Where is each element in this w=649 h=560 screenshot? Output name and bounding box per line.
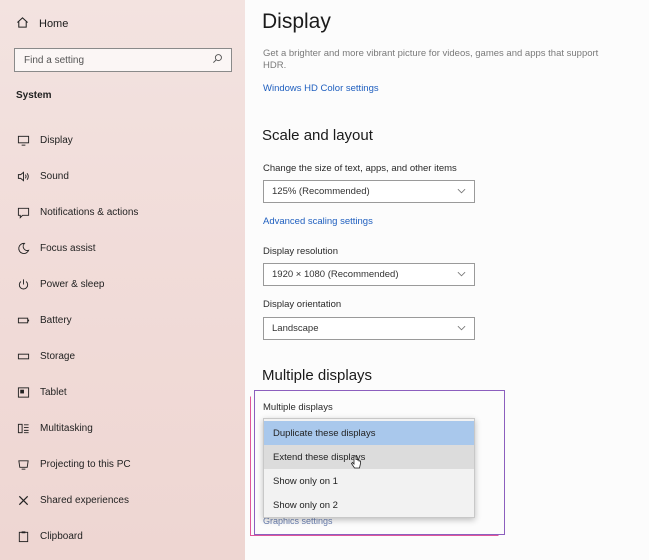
sidebar-item-focus-assist[interactable]: Focus assist: [16, 238, 96, 258]
scale-layout-heading: Scale and layout: [262, 127, 373, 144]
option-duplicate-displays[interactable]: Duplicate these displays: [264, 421, 474, 445]
home-label: Home: [39, 18, 69, 30]
hdr-color-settings-link[interactable]: Windows HD Color settings: [263, 83, 379, 94]
multitasking-icon: [16, 421, 30, 435]
shared-icon: [16, 493, 30, 507]
search-icon: [212, 53, 223, 67]
scale-value: 125% (Recommended): [272, 186, 370, 197]
resolution-value: 1920 × 1080 (Recommended): [272, 269, 399, 280]
display-settings-panel: Display Get a brighter and more vibrant …: [245, 0, 649, 560]
multiple-displays-dropdown-list[interactable]: Duplicate these displays Extend these di…: [263, 418, 475, 518]
home-nav-item[interactable]: Home: [16, 14, 68, 34]
storage-icon: [16, 349, 30, 363]
orientation-value: Landscape: [272, 323, 319, 334]
home-icon: [16, 16, 29, 32]
sidebar-item-label: Shared experiences: [40, 494, 129, 506]
sidebar-item-label: Multitasking: [40, 422, 93, 434]
orientation-dropdown[interactable]: Landscape: [263, 317, 475, 340]
speaker-icon: [16, 169, 30, 183]
battery-icon: [16, 313, 30, 327]
advanced-scaling-link[interactable]: Advanced scaling settings: [263, 216, 373, 227]
sidebar-item-power-sleep[interactable]: Power & sleep: [16, 274, 104, 294]
chevron-down-icon: [457, 323, 466, 334]
sidebar-item-notifications[interactable]: Notifications & actions: [16, 202, 138, 222]
sidebar-item-clipboard[interactable]: Clipboard: [16, 526, 83, 546]
multiple-displays-heading: Multiple displays: [262, 367, 373, 384]
sidebar-item-display[interactable]: Display: [16, 130, 73, 150]
sidebar-item-sound[interactable]: Sound: [16, 166, 69, 186]
moon-icon: [16, 241, 30, 255]
sidebar-item-label: Storage: [40, 350, 76, 362]
sidebar-item-tablet[interactable]: Tablet: [16, 382, 67, 402]
sidebar-item-label: Clipboard: [40, 530, 83, 542]
search-placeholder: Find a setting: [24, 54, 85, 66]
hdr-description: Get a brighter and more vibrant picture …: [263, 48, 599, 71]
tablet-icon: [16, 385, 30, 399]
page-title: Display: [262, 10, 331, 33]
sidebar-item-label: Battery: [40, 314, 72, 326]
resolution-label: Display resolution: [263, 246, 338, 257]
clipboard-icon: [16, 529, 30, 543]
sidebar-item-label: Sound: [40, 170, 69, 182]
sidebar-item-label: Notifications & actions: [40, 206, 139, 218]
sidebar-item-label: Display: [40, 134, 73, 146]
sidebar-item-label: Power & sleep: [40, 278, 105, 290]
pointer-cursor-icon: [350, 455, 361, 469]
notification-icon: [16, 205, 30, 219]
chevron-down-icon: [457, 186, 466, 197]
orientation-label: Display orientation: [263, 299, 342, 310]
option-extend-displays[interactable]: Extend these displays: [264, 445, 474, 469]
monitor-icon: [16, 133, 30, 147]
scale-label: Change the size of text, apps, and other…: [263, 163, 457, 174]
sidebar-item-label: Tablet: [40, 386, 67, 398]
power-icon: [16, 277, 30, 291]
sidebar-item-label: Focus assist: [40, 242, 96, 254]
sidebar-item-multitasking[interactable]: Multitasking: [16, 418, 93, 438]
sidebar-item-battery[interactable]: Battery: [16, 310, 72, 330]
option-show-only-2[interactable]: Show only on 2: [264, 493, 474, 517]
projecting-icon: [16, 457, 30, 471]
settings-sidebar: Home Find a setting System Display Sound…: [0, 0, 245, 560]
search-input[interactable]: Find a setting: [14, 48, 232, 72]
sidebar-item-projecting[interactable]: Projecting to this PC: [16, 454, 131, 474]
option-show-only-1[interactable]: Show only on 1: [264, 469, 474, 493]
sidebar-item-label: Projecting to this PC: [40, 458, 131, 470]
resolution-dropdown[interactable]: 1920 × 1080 (Recommended): [263, 263, 475, 286]
sidebar-item-shared-experiences[interactable]: Shared experiences: [16, 490, 129, 510]
sidebar-item-storage[interactable]: Storage: [16, 346, 75, 366]
chevron-down-icon: [457, 269, 466, 280]
scale-dropdown[interactable]: 125% (Recommended): [263, 180, 475, 203]
multiple-displays-label: Multiple displays: [263, 402, 333, 413]
section-title-system: System: [16, 90, 52, 101]
